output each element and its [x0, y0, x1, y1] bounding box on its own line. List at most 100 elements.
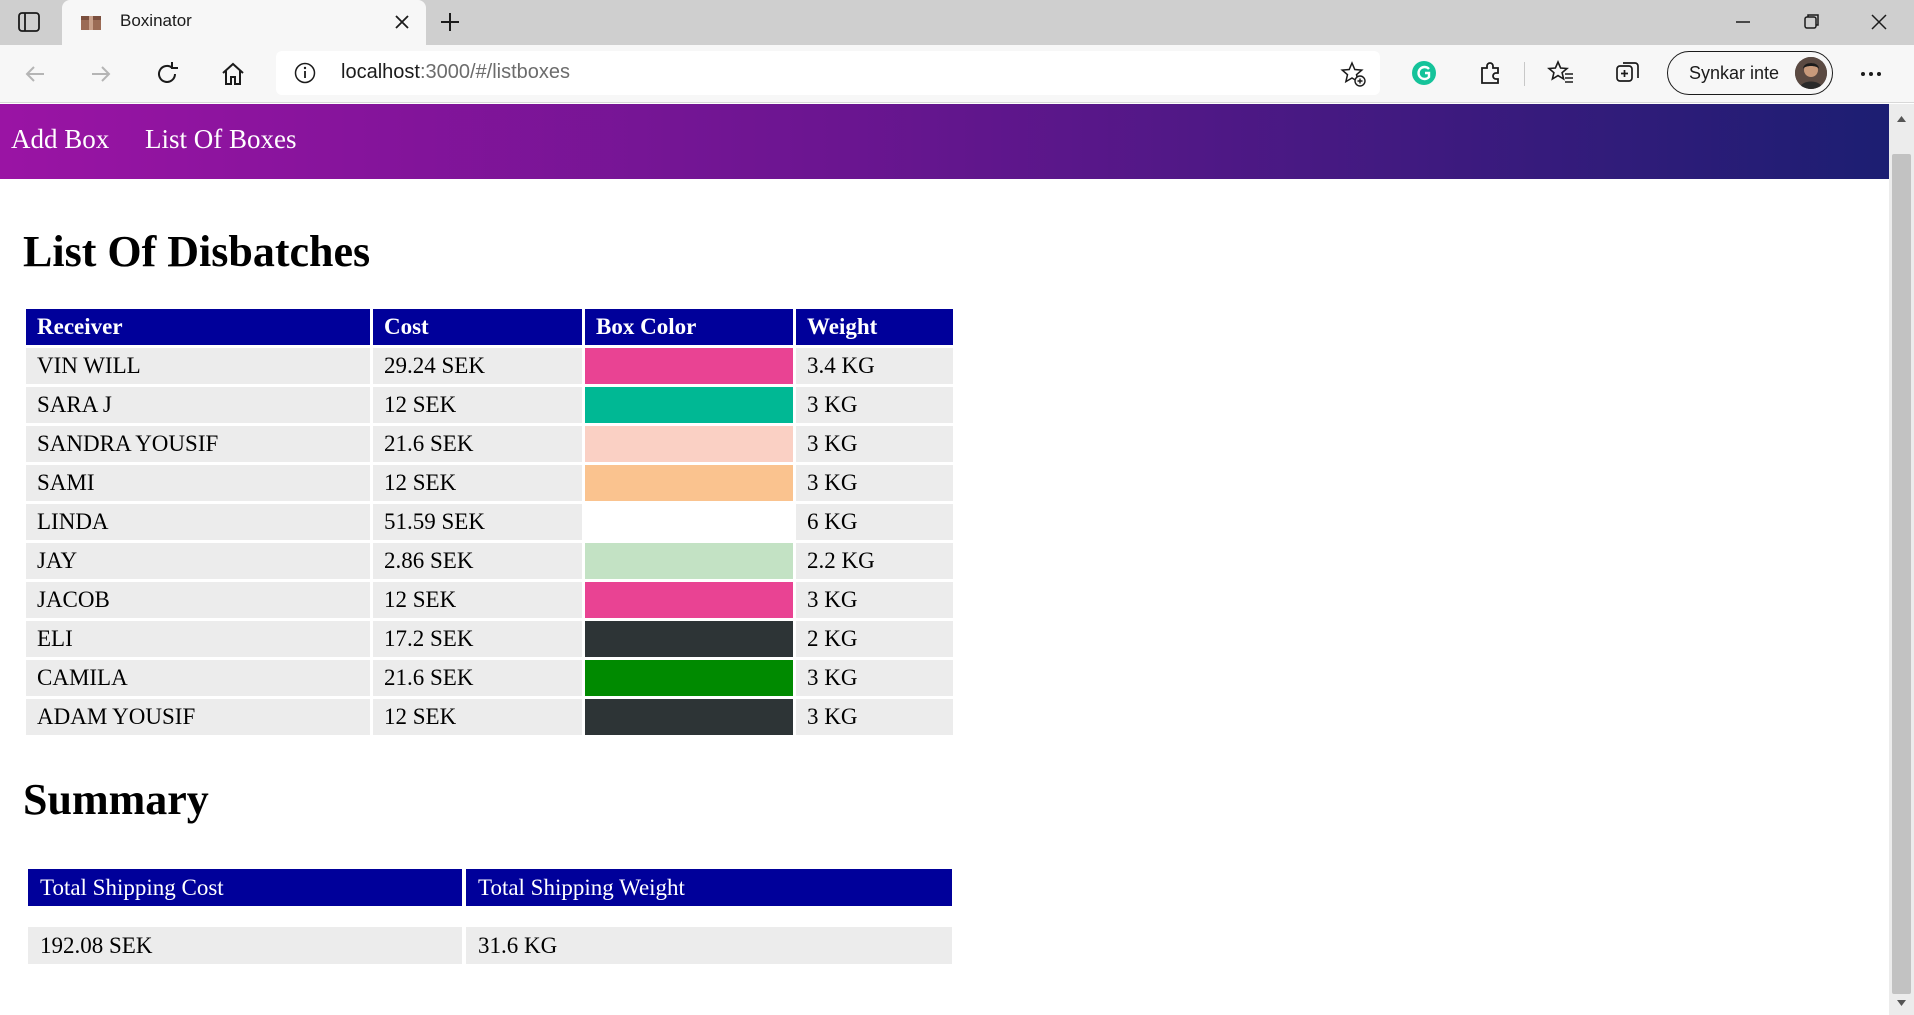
column-header-weight: Weight — [796, 309, 953, 345]
receiver-cell: ADAM YOUSIF — [26, 699, 370, 735]
table-row: LINDA 51.59 SEK 6 KG — [26, 504, 953, 540]
table-row: JACOB 12 SEK 3 KG — [26, 582, 953, 618]
new-tab-icon[interactable] — [437, 9, 463, 35]
column-header-cost: Cost — [373, 309, 582, 345]
table-row: ADAM YOUSIF 12 SEK 3 KG — [26, 699, 953, 735]
favorites-icon[interactable] — [1547, 59, 1575, 87]
page-scrollbar[interactable] — [1889, 104, 1914, 1015]
total-cost-value: 192.08 SEK — [28, 927, 462, 964]
page-viewport: Add Box List Of Boxes List Of Disbatches… — [0, 104, 1889, 1015]
back-icon[interactable] — [20, 59, 50, 89]
scroll-down-icon[interactable] — [1894, 996, 1909, 1010]
weight-cell: 3 KG — [796, 465, 953, 501]
receiver-cell: SARA J — [26, 387, 370, 423]
weight-cell: 6 KG — [796, 504, 953, 540]
nav-list-of-boxes-link[interactable]: List Of Boxes — [145, 124, 297, 155]
restore-icon[interactable] — [1795, 8, 1827, 36]
cost-cell: 21.6 SEK — [373, 426, 582, 462]
summary-spacer — [28, 906, 952, 927]
table-row: VIN WILL 29.24 SEK 3.4 KG — [26, 348, 953, 384]
grammarly-icon[interactable] — [1410, 59, 1438, 87]
table-row: SARA J 12 SEK 3 KG — [26, 387, 953, 423]
weight-cell: 3.4 KG — [796, 348, 953, 384]
receiver-cell: ELI — [26, 621, 370, 657]
total-weight-header: Total Shipping Weight — [466, 869, 952, 906]
browser-tab-strip: Boxinator — [0, 0, 1914, 45]
scrollbar-thumb[interactable] — [1892, 154, 1911, 994]
scroll-up-icon[interactable] — [1894, 112, 1909, 126]
cost-cell: 12 SEK — [373, 387, 582, 423]
total-cost-header: Total Shipping Cost — [28, 869, 462, 906]
nav-add-box-link[interactable]: Add Box — [11, 124, 109, 155]
cost-cell: 12 SEK — [373, 465, 582, 501]
cost-cell: 12 SEK — [373, 582, 582, 618]
receiver-cell: JAY — [26, 543, 370, 579]
table-row: ELI 17.2 SEK 2 KG — [26, 621, 953, 657]
column-header-box-color: Box Color — [585, 309, 793, 345]
forward-icon[interactable] — [86, 59, 116, 89]
avatar — [1795, 57, 1827, 89]
app-navbar: Add Box List Of Boxes — [0, 104, 1889, 179]
box-color-swatch — [585, 348, 793, 384]
summary-title: Summary — [23, 775, 209, 824]
cost-cell: 29.24 SEK — [373, 348, 582, 384]
site-info-icon[interactable] — [294, 62, 316, 84]
weight-cell: 2 KG — [796, 621, 953, 657]
box-color-swatch — [585, 426, 793, 462]
cost-cell: 51.59 SEK — [373, 504, 582, 540]
box-color-swatch — [585, 699, 793, 735]
tab-close-icon[interactable] — [392, 12, 412, 32]
summary-row: 192.08 SEK 31.6 KG — [28, 927, 952, 964]
receiver-cell: JACOB — [26, 582, 370, 618]
box-color-swatch — [585, 660, 793, 696]
box-color-swatch — [585, 582, 793, 618]
home-icon[interactable] — [218, 59, 248, 89]
cost-cell: 21.6 SEK — [373, 660, 582, 696]
browser-toolbar: localhost:3000/#/listboxes Synkar inte — [0, 45, 1914, 103]
box-color-swatch — [585, 465, 793, 501]
receiver-cell: CAMILA — [26, 660, 370, 696]
cost-cell: 12 SEK — [373, 699, 582, 735]
receiver-cell: LINDA — [26, 504, 370, 540]
cost-cell: 2.86 SEK — [373, 543, 582, 579]
dispatch-table-header: Receiver Cost Box Color Weight — [26, 309, 953, 345]
weight-cell: 3 KG — [796, 387, 953, 423]
table-row: SANDRA YOUSIF 21.6 SEK 3 KG — [26, 426, 953, 462]
column-header-receiver: Receiver — [26, 309, 370, 345]
tab-actions-icon[interactable] — [14, 9, 44, 35]
weight-cell: 3 KG — [796, 426, 953, 462]
box-color-swatch — [585, 387, 793, 423]
weight-cell: 3 KG — [796, 660, 953, 696]
dispatch-table: Receiver Cost Box Color Weight VIN WILL 2… — [23, 306, 956, 738]
table-row: JAY 2.86 SEK 2.2 KG — [26, 543, 953, 579]
cost-cell: 17.2 SEK — [373, 621, 582, 657]
collections-icon[interactable] — [1614, 59, 1642, 87]
url-text[interactable]: localhost:3000/#/listboxes — [341, 61, 570, 84]
receiver-cell: VIN WILL — [26, 348, 370, 384]
browser-tab-active[interactable]: Boxinator — [62, 0, 426, 45]
close-window-icon[interactable] — [1863, 8, 1895, 36]
summary-table-header: Total Shipping Cost Total Shipping Weigh… — [28, 869, 952, 906]
box-color-swatch — [585, 621, 793, 657]
weight-cell: 3 KG — [796, 582, 953, 618]
receiver-cell: SANDRA YOUSIF — [26, 426, 370, 462]
address-bar[interactable]: localhost:3000/#/listboxes — [276, 51, 1380, 95]
total-weight-value: 31.6 KG — [466, 927, 952, 964]
refresh-icon[interactable] — [152, 59, 182, 89]
add-favorite-icon[interactable] — [1340, 61, 1366, 87]
profile-button[interactable]: Synkar inte — [1667, 51, 1833, 95]
more-options-icon[interactable] — [1856, 59, 1886, 89]
box-color-swatch — [585, 504, 793, 540]
extensions-icon[interactable] — [1476, 59, 1504, 87]
weight-cell: 2.2 KG — [796, 543, 953, 579]
page-title: List Of Disbatches — [23, 227, 371, 276]
box-color-swatch — [585, 543, 793, 579]
weight-cell: 3 KG — [796, 699, 953, 735]
toolbar-separator — [1524, 62, 1525, 86]
table-row: CAMILA 21.6 SEK 3 KG — [26, 660, 953, 696]
profile-sync-label: Synkar inte — [1689, 63, 1780, 83]
receiver-cell: SAMI — [26, 465, 370, 501]
tab-title: Boxinator — [120, 11, 192, 30]
summary-table: Total Shipping Cost Total Shipping Weigh… — [24, 869, 956, 964]
minimize-icon[interactable] — [1727, 8, 1759, 36]
